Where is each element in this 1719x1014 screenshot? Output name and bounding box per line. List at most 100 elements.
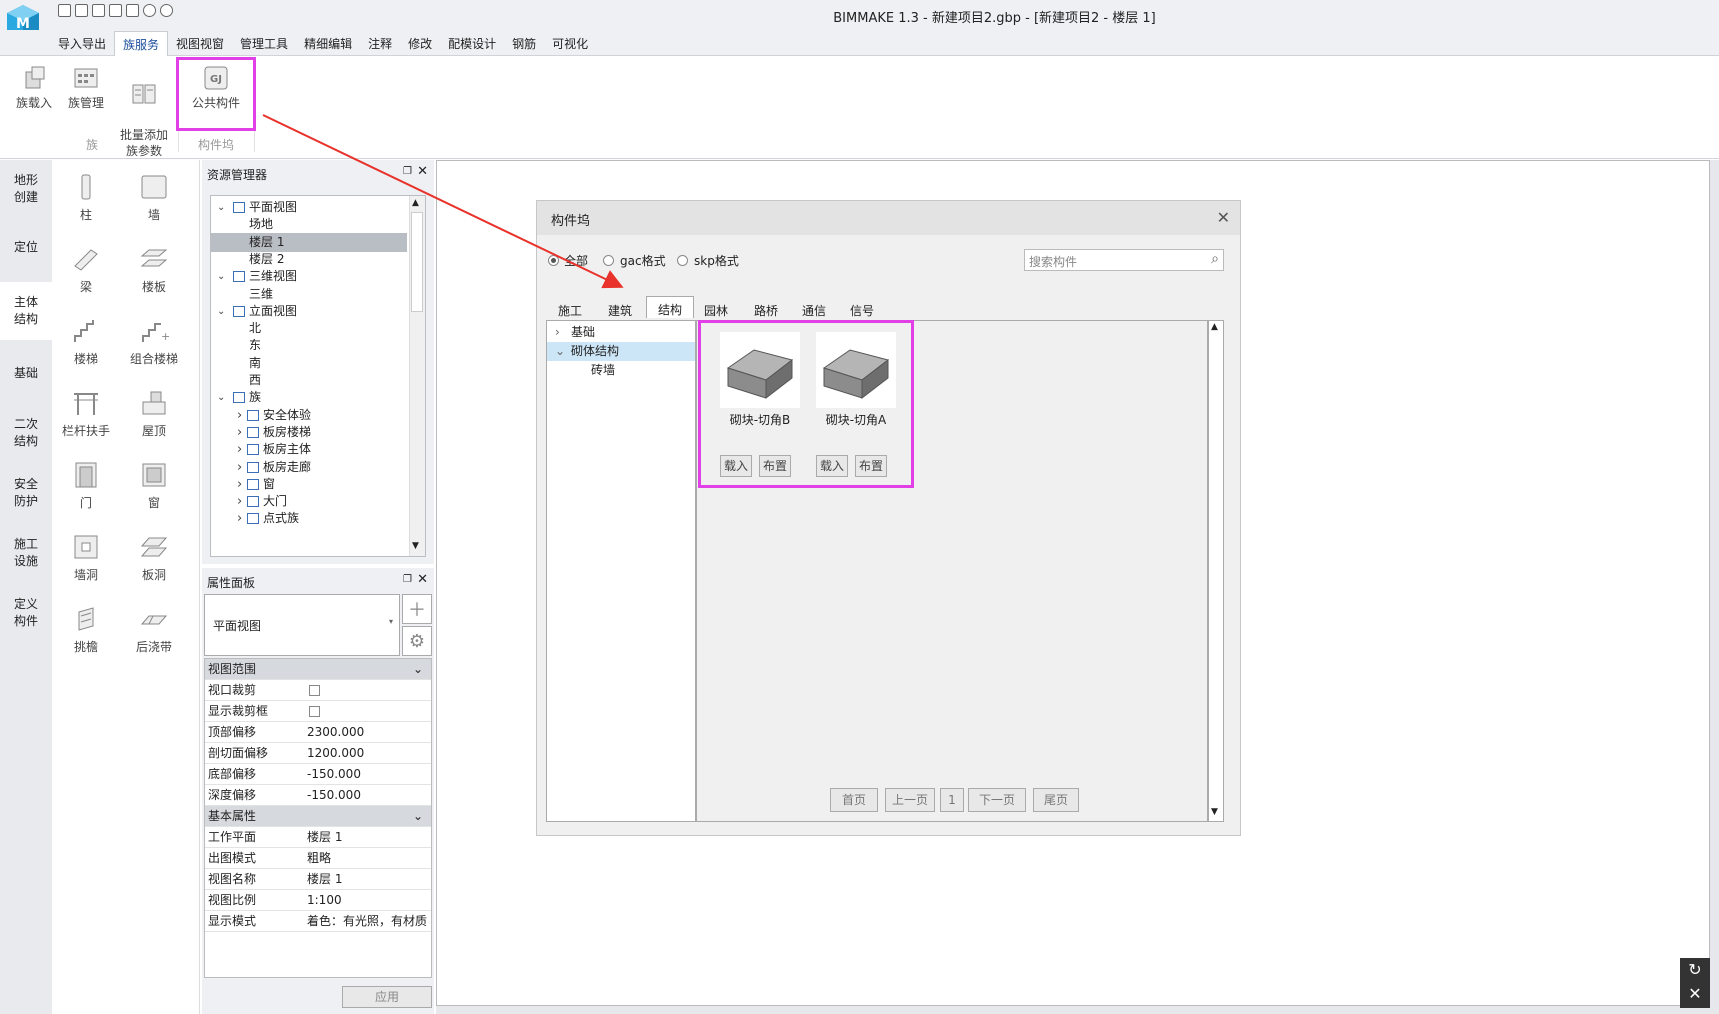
tab-management[interactable]: 管理工具 xyxy=(232,31,296,56)
tool-cornice[interactable]: 挑檐 xyxy=(52,604,120,655)
expand-chevron-icon[interactable]: ⌄ xyxy=(217,388,225,407)
expand-chevron-icon[interactable]: ⌄ xyxy=(217,267,225,286)
dialog-tab[interactable]: 园林 xyxy=(694,300,738,320)
tool-railing[interactable]: 栏杆扶手 xyxy=(52,388,120,439)
tool-window[interactable]: 窗 xyxy=(120,460,188,511)
tool-column[interactable]: 柱 xyxy=(52,172,120,223)
property-value[interactable]: 粗略 xyxy=(307,848,331,868)
tab-rebar[interactable]: 钢筋 xyxy=(504,31,544,56)
tab-annotation[interactable]: 注释 xyxy=(360,31,400,56)
tab-view-window[interactable]: 视图视窗 xyxy=(168,31,232,56)
tab-modify[interactable]: 修改 xyxy=(400,31,440,56)
nav-terrain[interactable]: 地形 创建 xyxy=(0,160,52,218)
property-value[interactable]: 楼层 1 xyxy=(307,869,342,889)
expand-chevron-icon[interactable]: › xyxy=(237,423,242,442)
dialog-close-icon[interactable]: ✕ xyxy=(1217,208,1230,227)
tool-slab[interactable]: 楼板 xyxy=(120,244,188,295)
category-item[interactable]: › 基础 xyxy=(547,323,695,342)
view-type-selector[interactable]: 平面视图 ▾ xyxy=(204,594,400,656)
category-item[interactable]: 砖墙 xyxy=(547,361,695,380)
tab-visualize[interactable]: 可视化 xyxy=(544,31,596,56)
chevron-down-icon[interactable]: ⌄ xyxy=(413,806,423,826)
tree-item[interactable]: ⌄ 三维视图 xyxy=(211,267,407,286)
pager-button[interactable]: 尾页 xyxy=(1033,788,1079,812)
expand-chevron-icon[interactable]: › xyxy=(237,406,242,425)
tool-slab-opening[interactable]: 板洞 xyxy=(120,532,188,583)
close-icon[interactable]: ✕ xyxy=(417,572,428,587)
batch-add-params-button[interactable]: 批量添加 族参数 xyxy=(116,64,172,159)
pager-button[interactable]: 首页 xyxy=(830,788,878,812)
gear-icon[interactable]: ⚙ xyxy=(402,626,432,656)
nav-main-structure[interactable]: 主体 结构 xyxy=(0,282,52,340)
view-control-widget[interactable]: ↻ ✕ xyxy=(1680,958,1710,1008)
pager-button[interactable]: 1 xyxy=(940,788,964,812)
tool-post-cast-strip[interactable]: 后浇带 xyxy=(120,604,188,655)
tree-item[interactable]: ⌄ 立面视图 xyxy=(211,302,407,321)
tool-stair[interactable]: 楼梯 xyxy=(52,316,120,367)
scroll-down-icon[interactable]: ▼ xyxy=(1211,807,1218,817)
tool-combined-stair[interactable]: + 组合楼梯 xyxy=(120,316,188,367)
dialog-tab[interactable]: 信号 xyxy=(840,300,884,320)
tool-beam[interactable]: 梁 xyxy=(52,244,120,295)
property-value[interactable]: 2300.000 xyxy=(307,722,364,742)
tab-family-service[interactable]: 族服务 xyxy=(114,31,169,56)
property-value[interactable]: 着色：有光照，有材质 xyxy=(307,911,427,931)
scroll-down-icon[interactable]: ▼ xyxy=(412,541,419,551)
property-checkbox[interactable] xyxy=(309,685,320,696)
tree-item[interactable]: › 板房主体 xyxy=(211,440,407,459)
expand-chevron-icon[interactable]: › xyxy=(237,440,242,459)
tree-item[interactable]: 楼层 2 xyxy=(211,250,407,269)
tool-wall[interactable]: 墙 xyxy=(120,172,188,223)
nav-construction-facility[interactable]: 施工 设施 xyxy=(0,524,52,582)
nav-custom-component[interactable]: 定义 构件 xyxy=(0,584,52,642)
tool-roof[interactable]: 屋顶 xyxy=(120,388,188,439)
apply-button[interactable]: 应用 xyxy=(342,986,432,1008)
property-section[interactable]: 视图范围 ⌄ xyxy=(205,659,431,680)
pager-button[interactable]: 上一页 xyxy=(885,788,935,812)
tree-scrollbar[interactable]: ▲ ▼ xyxy=(409,196,425,556)
tree-item[interactable]: › 大门 xyxy=(211,492,407,511)
property-section[interactable]: 基本属性 ⌄ xyxy=(205,806,431,827)
dialog-tab[interactable]: 建筑 xyxy=(598,300,642,320)
dialog-tab[interactable]: 通信 xyxy=(792,300,836,320)
nav-secondary-structure[interactable]: 二次 结构 xyxy=(0,404,52,462)
tree-item[interactable]: 三维 xyxy=(211,285,407,304)
expand-chevron-icon[interactable]: ⌄ xyxy=(217,198,225,217)
tree-item[interactable]: 北 xyxy=(211,319,407,338)
dialog-tab[interactable]: 施工 xyxy=(548,300,592,320)
tree-item[interactable]: ⌄ 族 xyxy=(211,388,407,407)
property-value[interactable]: -150.000 xyxy=(307,785,361,805)
radio-skp[interactable] xyxy=(677,255,688,266)
nav-safety[interactable]: 安全 防护 xyxy=(0,464,52,522)
tree-item[interactable]: 东 xyxy=(211,336,407,355)
tab-formwork-design[interactable]: 配模设计 xyxy=(440,31,504,56)
expand-chevron-icon[interactable]: › xyxy=(237,509,242,528)
tool-door[interactable]: 门 xyxy=(52,460,120,511)
tree-item[interactable]: 西 xyxy=(211,371,407,390)
expand-chevron-icon[interactable]: › xyxy=(237,492,242,511)
close-icon[interactable]: ✕ xyxy=(417,164,428,179)
property-value[interactable]: 1:100 xyxy=(307,890,342,910)
pin-icon[interactable]: ❐ xyxy=(403,574,412,585)
property-value[interactable]: -150.000 xyxy=(307,764,361,784)
scroll-up-icon[interactable]: ▲ xyxy=(1211,322,1218,332)
dialog-tab[interactable]: 结构 xyxy=(646,296,694,318)
add-icon[interactable]: ＋ xyxy=(402,594,432,624)
chevron-down-icon[interactable]: ⌄ xyxy=(413,659,423,679)
property-value[interactable]: 1200.000 xyxy=(307,743,364,763)
radio-all[interactable] xyxy=(548,255,559,266)
nav-foundation[interactable]: 基础 xyxy=(0,344,52,402)
expand-chevron-icon[interactable]: ⌄ xyxy=(217,302,225,321)
expand-chevron-icon[interactable]: ⌄ xyxy=(555,342,565,361)
dialog-tab[interactable]: 路桥 xyxy=(744,300,788,320)
tab-fine-edit[interactable]: 精细编辑 xyxy=(296,31,360,56)
tree-item[interactable]: 楼层 1 xyxy=(211,232,407,252)
tree-item[interactable]: 南 xyxy=(211,354,407,373)
scroll-thumb[interactable] xyxy=(411,212,423,312)
tree-item[interactable]: › 点式族 xyxy=(211,509,407,528)
tree-item[interactable]: › 安全体验 xyxy=(211,406,407,425)
component-scrollbar[interactable]: ▲ ▼ xyxy=(1208,320,1224,822)
pin-icon[interactable]: ❐ xyxy=(403,166,412,177)
property-checkbox[interactable] xyxy=(309,706,320,717)
tree-item[interactable]: › 板房楼梯 xyxy=(211,423,407,442)
